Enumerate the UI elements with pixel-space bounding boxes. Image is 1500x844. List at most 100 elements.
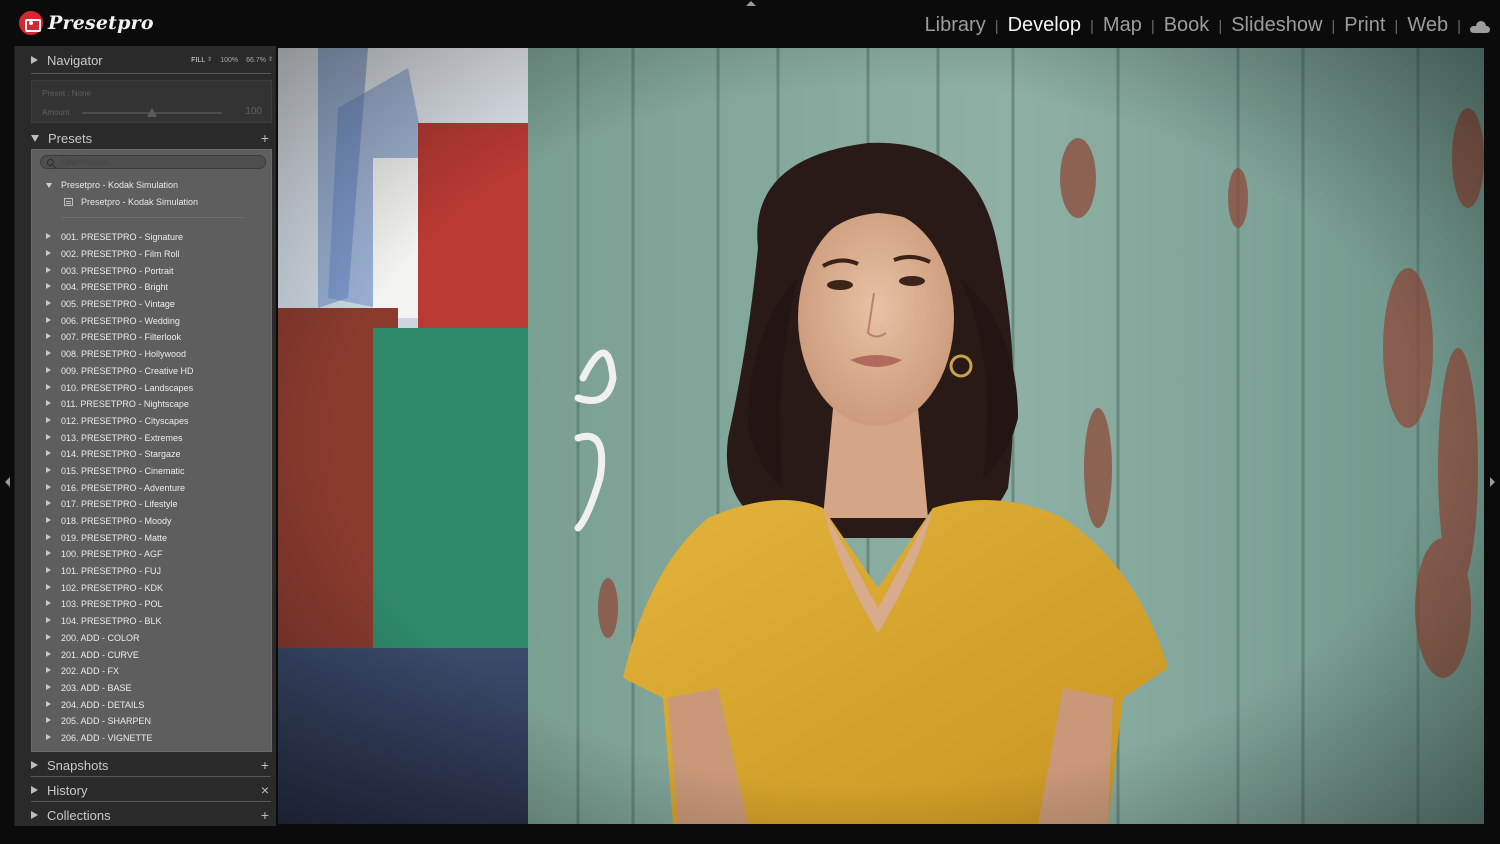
expand-triangle-icon[interactable] — [46, 400, 51, 407]
expand-triangle-icon[interactable] — [46, 667, 51, 674]
preset-folder-item[interactable]: 010. PRESETPRO - Landscapes — [46, 379, 194, 396]
module-separator: | — [1090, 18, 1094, 35]
expand-triangle-icon[interactable] — [46, 633, 51, 640]
expand-triangle-icon[interactable] — [46, 700, 51, 707]
expand-triangle-icon[interactable] — [46, 517, 51, 524]
expand-triangle-icon[interactable] — [46, 567, 51, 574]
expand-triangle-icon[interactable] — [46, 416, 51, 423]
preset-folder-item[interactable]: 205. ADD - SHARPEN — [46, 713, 194, 730]
expand-triangle-icon[interactable] — [46, 466, 51, 473]
expand-triangle-icon[interactable] — [46, 533, 51, 540]
expand-triangle-icon[interactable] — [46, 583, 51, 590]
expand-triangle-icon[interactable] — [46, 717, 51, 724]
module-slideshow[interactable]: Slideshow — [1231, 14, 1322, 37]
preset-folder-item[interactable]: 006. PRESETPRO - Wedding — [46, 312, 194, 329]
expand-triangle-icon[interactable] — [46, 266, 51, 273]
expand-triangle-icon[interactable] — [46, 733, 51, 740]
add-preset-button[interactable]: + — [257, 130, 273, 146]
zoom-100-option[interactable]: 100% — [220, 57, 238, 64]
preset-folder-item[interactable]: 009. PRESETPRO - Creative HD — [46, 363, 194, 380]
module-develop[interactable]: Develop — [1008, 14, 1081, 37]
amount-slider[interactable] — [82, 108, 222, 117]
preset-folder-item[interactable]: 203. ADD - BASE — [46, 680, 194, 697]
filter-presets-field[interactable] — [40, 155, 266, 169]
expand-triangle-icon[interactable] — [46, 350, 51, 357]
preset-folder-item[interactable]: 200. ADD - COLOR — [46, 630, 194, 647]
preset-folder-item[interactable]: 102. PRESETPRO - KDK — [46, 579, 194, 596]
expand-triangle-icon[interactable] — [46, 683, 51, 690]
preset-folder-item[interactable]: 004. PRESETPRO - Bright — [46, 279, 194, 296]
preset-folder-item[interactable]: 103. PRESETPRO - POL — [46, 596, 194, 613]
photo-canvas[interactable] — [278, 48, 1484, 824]
module-map[interactable]: Map — [1103, 14, 1142, 37]
preset-folder-item[interactable]: 101. PRESETPRO - FUJ — [46, 563, 194, 580]
preset-folder-label: 206. ADD - VIGNETTE — [61, 732, 153, 743]
module-book[interactable]: Book — [1164, 14, 1210, 37]
preset-folder-item[interactable]: 001. PRESETPRO - Signature — [46, 229, 194, 246]
preset-folder-item[interactable]: 201. ADD - CURVE — [46, 646, 194, 663]
preset-folder-item[interactable]: 011. PRESETPRO - Nightscape — [46, 396, 194, 413]
collapse-triangle-icon[interactable] — [31, 134, 39, 142]
cloud-icon[interactable] — [1470, 20, 1490, 33]
preset-folder-item[interactable]: 202. ADD - FX — [46, 663, 194, 680]
add-collection-button[interactable]: + — [257, 807, 273, 823]
preset-folder-item[interactable]: 104. PRESETPRO - BLK — [46, 613, 194, 630]
expand-triangle-icon[interactable] — [46, 650, 51, 657]
expand-triangle-icon[interactable] — [46, 283, 51, 290]
expand-triangle-icon[interactable] — [46, 250, 51, 257]
history-header[interactable]: History × — [31, 778, 273, 802]
preset-folder-item[interactable]: 014. PRESETPRO - Stargaze — [46, 446, 194, 463]
snapshots-header[interactable]: Snapshots + — [31, 753, 273, 777]
preset-folder-item[interactable]: 016. PRESETPRO - Adventure — [46, 479, 194, 496]
preset-group-row[interactable]: Presetpro - Kodak Simulation — [46, 179, 178, 191]
expand-triangle-icon[interactable] — [46, 316, 51, 323]
clear-history-button[interactable]: × — [257, 782, 273, 798]
module-library[interactable]: Library — [925, 14, 986, 37]
expand-triangle-icon[interactable] — [46, 366, 51, 373]
expand-triangle-icon[interactable] — [31, 811, 38, 819]
preset-folder-item[interactable]: 008. PRESETPRO - Hollywood — [46, 346, 194, 363]
preset-folder-item[interactable]: 206. ADD - VIGNETTE — [46, 730, 194, 747]
preset-folder-item[interactable]: 018. PRESETPRO - Moody — [46, 513, 194, 530]
expand-triangle-icon[interactable] — [46, 617, 51, 624]
expand-triangle-icon[interactable] — [46, 450, 51, 457]
left-panel-toggle-icon[interactable] — [5, 477, 10, 487]
preset-folder-item[interactable]: 003. PRESETPRO - Portrait — [46, 262, 194, 279]
expand-triangle-icon[interactable] — [31, 56, 38, 64]
top-panel-toggle-icon[interactable] — [746, 1, 756, 6]
expand-triangle-icon[interactable] — [46, 483, 51, 490]
collections-header[interactable]: Collections + — [31, 803, 273, 827]
preset-item[interactable]: Presetpro - Kodak Simulation — [64, 196, 198, 208]
expand-triangle-icon[interactable] — [46, 233, 51, 240]
expand-triangle-icon[interactable] — [46, 600, 51, 607]
zoom-fill-option[interactable]: FILL ⇕ — [191, 57, 212, 64]
preset-folder-item[interactable]: 012. PRESETPRO - Cityscapes — [46, 413, 194, 430]
filter-presets-input[interactable] — [61, 157, 241, 167]
module-print[interactable]: Print — [1344, 14, 1385, 37]
expand-triangle-icon[interactable] — [46, 300, 51, 307]
preset-folder-item[interactable]: 100. PRESETPRO - AGF — [46, 546, 194, 563]
preset-folder-item[interactable]: 017. PRESETPRO - Lifestyle — [46, 496, 194, 513]
module-web[interactable]: Web — [1407, 14, 1448, 37]
preset-folder-item[interactable]: 002. PRESETPRO - Film Roll — [46, 246, 194, 263]
preset-folder-item[interactable]: 013. PRESETPRO - Extremes — [46, 429, 194, 446]
preset-folder-item[interactable]: 204. ADD - DETAILS — [46, 696, 194, 713]
expand-triangle-icon[interactable] — [46, 333, 51, 340]
expand-triangle-icon[interactable] — [31, 786, 38, 794]
preset-folder-item[interactable]: 005. PRESETPRO - Vintage — [46, 296, 194, 313]
add-snapshot-button[interactable]: + — [257, 757, 273, 773]
expand-triangle-icon[interactable] — [46, 550, 51, 557]
expand-triangle-icon[interactable] — [31, 761, 38, 769]
navigator-header[interactable]: Navigator FILL ⇕ 100% 66.7% ⇕ — [31, 48, 273, 72]
expand-triangle-icon[interactable] — [46, 433, 51, 440]
amount-slider-thumb[interactable] — [147, 108, 157, 117]
expand-triangle-icon[interactable] — [46, 383, 51, 390]
presets-header[interactable]: Presets + — [31, 126, 273, 150]
zoom-66-option[interactable]: 66.7% ⇕ — [246, 57, 273, 64]
right-panel-toggle-icon[interactable] — [1490, 477, 1495, 487]
preset-folder-item[interactable]: 015. PRESETPRO - Cinematic — [46, 463, 194, 480]
expand-triangle-icon[interactable] — [46, 500, 51, 507]
preset-folder-item[interactable]: 007. PRESETPRO - Filterlook — [46, 329, 194, 346]
collapse-triangle-icon[interactable] — [46, 182, 52, 188]
preset-folder-item[interactable]: 019. PRESETPRO - Matte — [46, 529, 194, 546]
